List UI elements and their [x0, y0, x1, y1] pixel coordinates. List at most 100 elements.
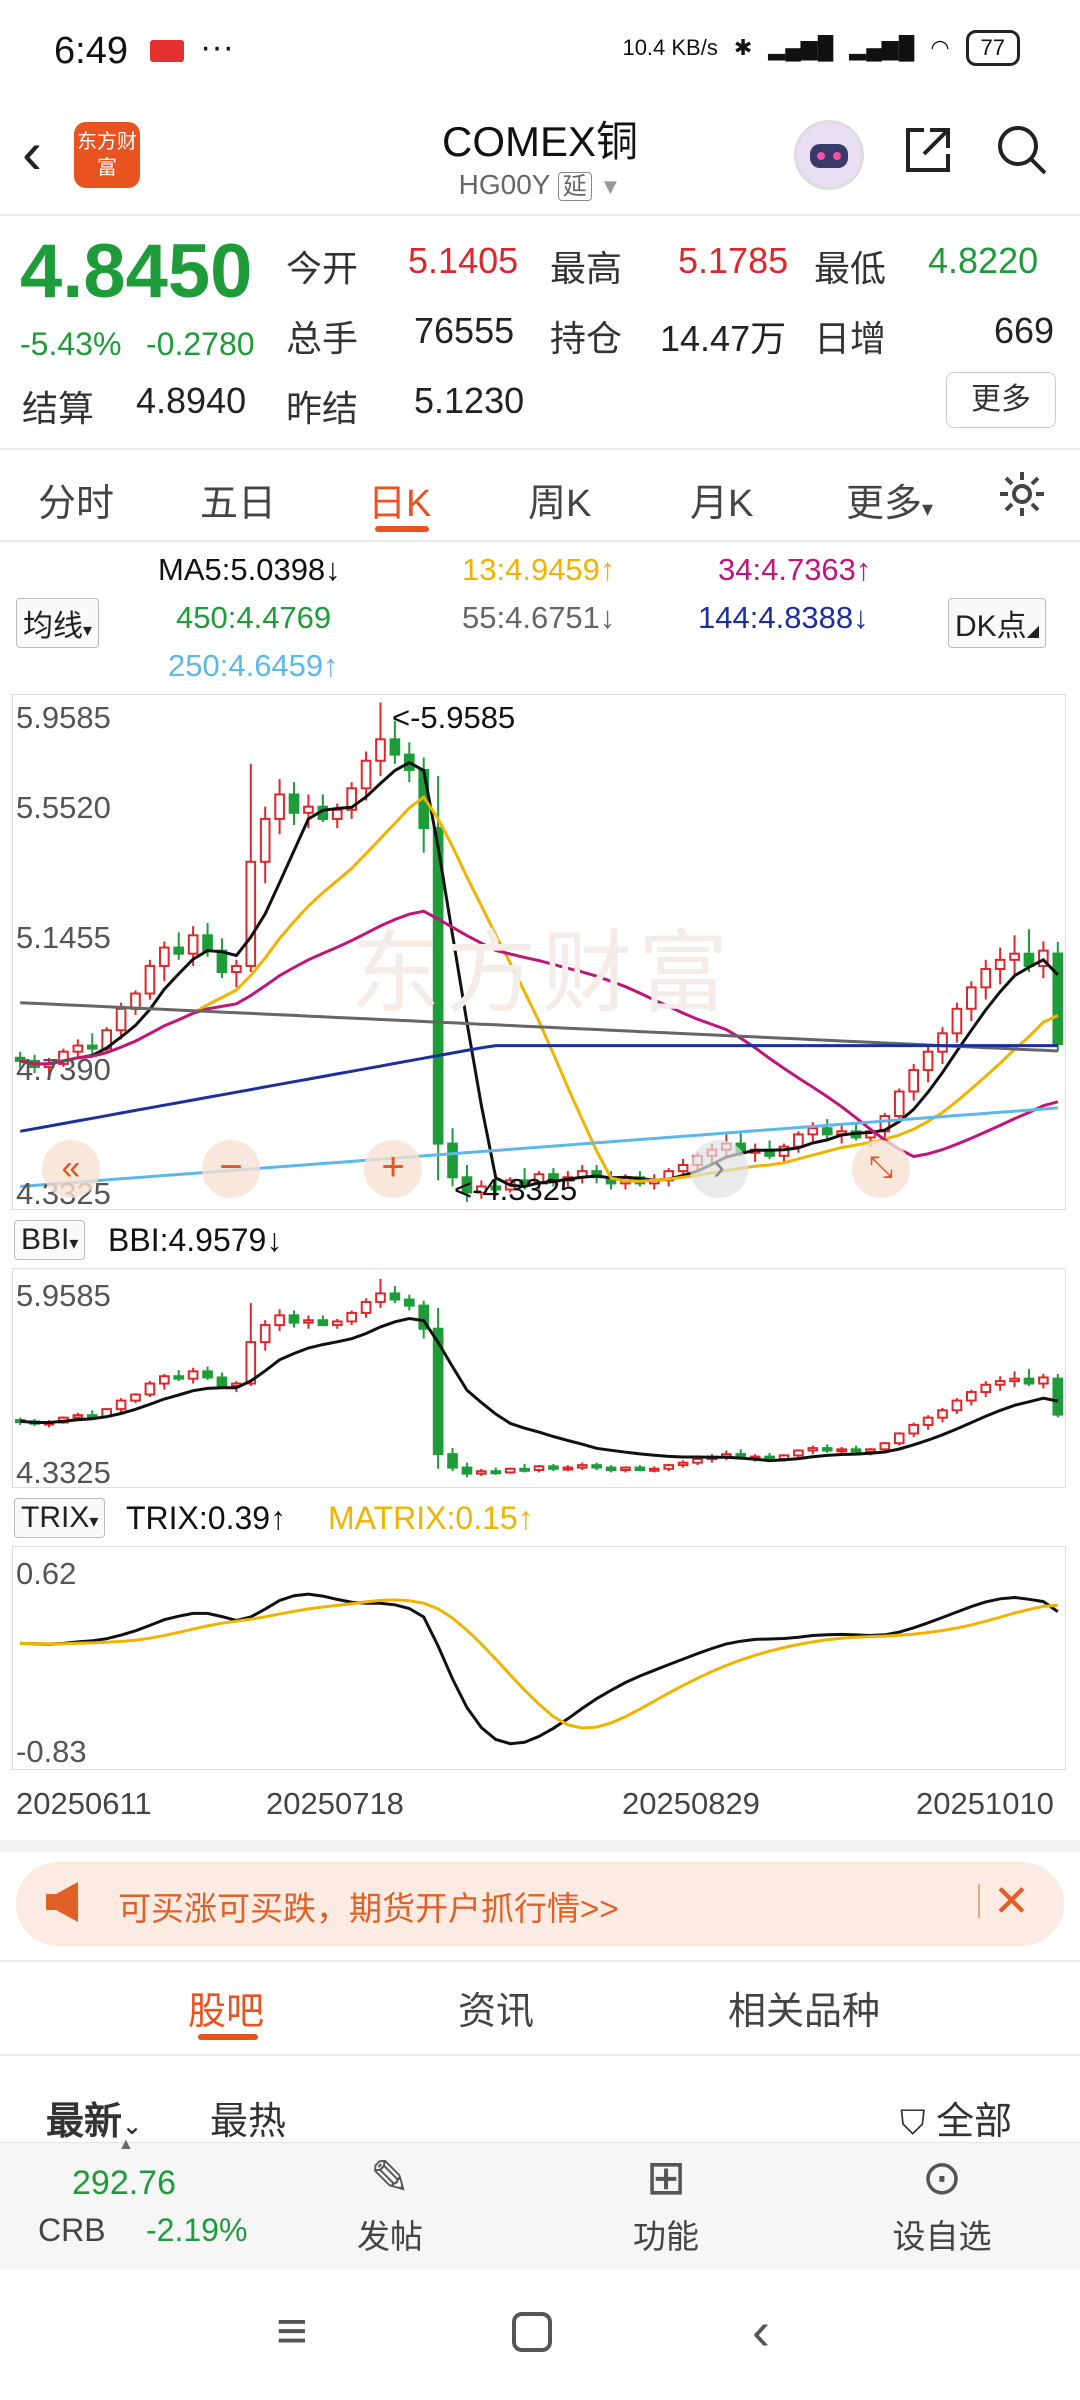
open-label: 今开 [286, 248, 359, 289]
kline-candle [793, 1133, 804, 1148]
bbi-candle [389, 1292, 401, 1301]
megaphone-icon [42, 1880, 90, 1929]
last-price: 4.8450 [20, 229, 253, 314]
bbi-candle [966, 1391, 977, 1402]
home-icon[interactable] [510, 2300, 554, 2367]
bbi-candle [807, 1447, 819, 1452]
news-app-icon [150, 40, 184, 62]
tab-weekly-k[interactable]: 周K [528, 472, 591, 527]
ma450-legend: 450:4.4769 [176, 600, 332, 635]
sort-hottest[interactable]: 最热 [210, 2090, 286, 2145]
tab-daily-k[interactable]: 日K [368, 472, 431, 527]
trix-indicator-dropdown[interactable]: TRIX▾ [14, 1498, 106, 1538]
kline-candle [259, 817, 271, 863]
zoom-in-icon[interactable]: + [364, 1140, 422, 1198]
kline-candle [115, 1007, 127, 1032]
close-icon[interactable]: ✕ [993, 1876, 1030, 1927]
bbi-candle [879, 1442, 891, 1451]
settings-icon[interactable] [996, 468, 1048, 525]
kline-candle [158, 946, 170, 967]
kline-candle [821, 1127, 833, 1136]
scroll-right-icon[interactable]: › [690, 1140, 748, 1198]
bbi-candle [519, 1467, 530, 1472]
trix-panel[interactable] [12, 1546, 1066, 1770]
filter-button[interactable]: ⛉ 全部 [900, 2090, 1012, 2145]
post-button[interactable]: ✎ 发帖 [320, 2150, 460, 2258]
menu-icon[interactable]: ≡ [276, 2300, 308, 2362]
signal-icon-2: ▂▄▆█ [849, 35, 915, 60]
bbi-value: BBI:4.9579↓ [108, 1222, 283, 1258]
trix-line [20, 1592, 1059, 1746]
caret-down-icon: ▾ [83, 620, 93, 640]
kline-candle [86, 1044, 98, 1050]
promo-text[interactable]: 可买涨可买跌，期货开户抓行情>> [118, 1882, 619, 1930]
bbi-candle [202, 1370, 213, 1379]
search-icon[interactable] [994, 122, 1050, 191]
assistant-avatar[interactable] [794, 120, 864, 190]
bbi-candle [562, 1466, 574, 1471]
bbi-candle [836, 1448, 847, 1453]
kline-candle [173, 946, 185, 955]
bbi-candle [1038, 1376, 1049, 1385]
bbi-candle [259, 1324, 271, 1344]
tab-five-day[interactable]: 五日 [200, 472, 276, 527]
crb-value[interactable]: 292.76 [72, 2164, 176, 2203]
kline-candle [994, 958, 1006, 970]
tab-monthly-k[interactable]: 月K [690, 472, 753, 527]
add-watchlist-label: 设自选 [892, 2218, 992, 2255]
bbi-candle [821, 1447, 833, 1452]
banner-divider [978, 1884, 980, 1918]
more-circle-icon: ⊙ [921, 2152, 963, 2205]
oi-value: 14.47万 [660, 318, 787, 359]
bbi-candle [72, 1414, 84, 1419]
daily-inc-label: 日增 [814, 318, 887, 359]
caret-down-icon: ▾ [89, 1511, 99, 1531]
bbi-candle [548, 1465, 559, 1470]
kline-candle [331, 808, 343, 820]
tab-intraday[interactable]: 分时 [38, 472, 114, 527]
daily-inc-value: 669 [994, 310, 1055, 351]
crb-label: CRB [38, 2212, 106, 2248]
kline-candle [922, 1050, 934, 1072]
functions-button[interactable]: ⊞ 功能 [596, 2150, 736, 2258]
tab-related[interactable]: 相关品种 [728, 1980, 880, 2035]
tab-forum[interactable]: 股吧 [188, 1980, 264, 2035]
high-label: 最高 [550, 248, 623, 289]
corner-icon: ◢ [1026, 623, 1039, 640]
add-watchlist-button[interactable]: ⊙ 设自选 [872, 2150, 1012, 2258]
trix-y-bottom: -0.83 [16, 1734, 87, 1769]
dk-point-toggle[interactable]: DK点◢ [948, 598, 1046, 648]
prev-settle-value: 5.1230 [414, 380, 525, 421]
active-tab-indicator [375, 526, 429, 532]
bbi-candle [346, 1311, 357, 1323]
bbi-candle [288, 1314, 300, 1324]
more-quote-button[interactable]: 更多 [946, 372, 1056, 428]
battery-icon: 77 [965, 30, 1020, 66]
ma-type-dropdown[interactable]: 均线▾ [16, 598, 100, 648]
fullscreen-icon[interactable]: ⤡ [852, 1140, 910, 1198]
content-tabs-divider [0, 2054, 1080, 2056]
kline-candle [677, 1164, 689, 1173]
back-nav-icon[interactable]: ‹ [752, 2300, 770, 2362]
bbi-candle [764, 1455, 775, 1461]
kline-candle [72, 1044, 84, 1053]
share-icon[interactable] [900, 122, 956, 191]
scroll-left-icon[interactable]: « [42, 1140, 100, 1198]
settle-value: 4.8940 [136, 380, 247, 421]
edit-icon: ✎ [369, 2152, 411, 2205]
settle-label: 结算 [22, 388, 95, 429]
kline-candle [274, 793, 285, 820]
tab-news[interactable]: 资讯 [458, 1980, 534, 2035]
ma144-legend: 144:4.8388↓ [698, 600, 869, 635]
bbi-indicator-dropdown[interactable]: BBI▾ [14, 1220, 86, 1260]
bbi-candle [922, 1416, 934, 1426]
zoom-out-icon[interactable]: − [202, 1140, 260, 1198]
bbi-candle [648, 1467, 660, 1472]
content-tab-indicator [198, 2034, 258, 2040]
bbi-panel[interactable] [12, 1268, 1066, 1488]
tab-more[interactable]: 更多▾ [846, 472, 933, 527]
bbi-candle [692, 1458, 703, 1464]
y-axis-2: 5.5520 [16, 790, 111, 825]
matrix-line [20, 1598, 1058, 1730]
trix-value: TRIX:0.39↑ [126, 1500, 287, 1536]
